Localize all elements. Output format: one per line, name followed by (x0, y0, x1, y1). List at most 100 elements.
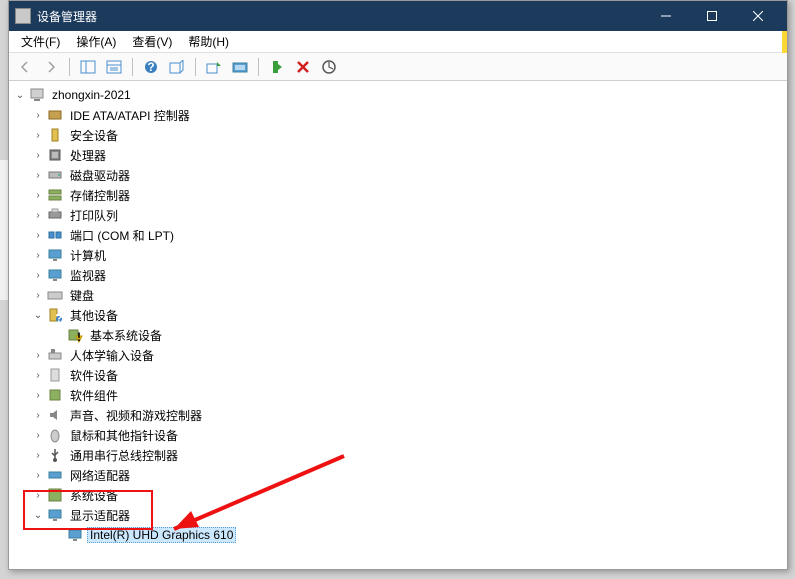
expander-icon[interactable]: ⌄ (31, 308, 45, 322)
maximize-button[interactable] (689, 1, 735, 31)
computer-icon (29, 87, 45, 103)
usb-icon (47, 447, 63, 463)
tree-label: 鼠标和其他指针设备 (67, 427, 181, 444)
tree-label: IDE ATA/ATAPI 控制器 (67, 107, 193, 124)
tree-node-sound[interactable]: › 声音、视频和游戏控制器 (9, 405, 787, 425)
tree-label: 软件设备 (67, 367, 121, 384)
expander-icon[interactable]: › (31, 448, 45, 462)
device-manager-window: 设备管理器 文件(F) 操作(A) 查看(V) 帮助(H) ? ⌄ zhongx… (8, 0, 788, 570)
expander-icon[interactable]: › (31, 488, 45, 502)
expander-icon[interactable]: › (31, 188, 45, 202)
tree-label: 监视器 (67, 267, 109, 284)
tree-node-softdev[interactable]: › 软件设备 (9, 365, 787, 385)
close-button[interactable] (735, 1, 781, 31)
display-adapter-icon (47, 507, 63, 523)
tree-node-mouse[interactable]: › 鼠标和其他指针设备 (9, 425, 787, 445)
toolbar-sep4 (258, 58, 259, 76)
tree-node-ports[interactable]: › 端口 (COM 和 LPT) (9, 225, 787, 245)
expander-icon[interactable]: › (31, 128, 45, 142)
expander-icon[interactable]: › (31, 108, 45, 122)
tree-node-disk[interactable]: › 磁盘驱动器 (9, 165, 787, 185)
menu-help[interactable]: 帮助(H) (180, 31, 237, 52)
expander-icon[interactable]: › (31, 428, 45, 442)
expander-icon[interactable]: › (31, 368, 45, 382)
help-button[interactable]: ? (139, 56, 163, 78)
tree-label: 打印队列 (67, 207, 121, 224)
tree-node-monitor[interactable]: › 监视器 (9, 265, 787, 285)
update-driver-button[interactable] (202, 56, 226, 78)
titlebar: 设备管理器 (9, 1, 787, 31)
tree-label: 人体学输入设备 (67, 347, 157, 364)
bg-strip (0, 160, 8, 300)
action-button[interactable] (165, 56, 189, 78)
expander-icon[interactable]: ⌄ (13, 88, 27, 102)
menu-action[interactable]: 操作(A) (68, 31, 124, 52)
expander-icon[interactable]: › (31, 468, 45, 482)
tree-node-system[interactable]: › 系统设备 (9, 485, 787, 505)
monitor-icon (47, 247, 63, 263)
expander-icon[interactable]: › (31, 228, 45, 242)
tree-node-storage[interactable]: › 存储控制器 (9, 185, 787, 205)
tree-label: 系统设备 (67, 487, 121, 504)
tree-node-other-child[interactable]: ! 基本系统设备 (9, 325, 787, 345)
menubar: 文件(F) 操作(A) 查看(V) 帮助(H) (9, 31, 787, 53)
tree-node-print[interactable]: › 打印队列 (9, 205, 787, 225)
tree-node-security[interactable]: › 安全设备 (9, 125, 787, 145)
sound-icon (47, 407, 63, 423)
toolbar: ? (9, 53, 787, 81)
expander-icon[interactable]: › (31, 388, 45, 402)
expander-icon[interactable]: › (31, 248, 45, 262)
cpu-icon (47, 147, 63, 163)
tree-node-display-child[interactable]: Intel(R) UHD Graphics 610 (9, 525, 787, 545)
monitor-icon (47, 267, 63, 283)
mouse-icon (47, 427, 63, 443)
expander-icon[interactable]: › (31, 348, 45, 362)
app-icon (15, 8, 31, 24)
expander-icon[interactable]: › (31, 288, 45, 302)
enable-device-button[interactable] (265, 56, 289, 78)
toolbar-sep (69, 58, 70, 76)
expander-icon[interactable]: › (31, 148, 45, 162)
minimize-button[interactable] (643, 1, 689, 31)
tree-node-hid[interactable]: › 人体学输入设备 (9, 345, 787, 365)
printer-icon (47, 207, 63, 223)
tree-root[interactable]: ⌄ zhongxin-2021 (9, 85, 787, 105)
tree-label: 声音、视频和游戏控制器 (67, 407, 205, 424)
menu-file[interactable]: 文件(F) (13, 31, 68, 52)
expander-icon[interactable]: › (31, 408, 45, 422)
tree-node-usb[interactable]: › 通用串行总线控制器 (9, 445, 787, 465)
uninstall-device-button[interactable] (291, 56, 315, 78)
svg-text:!: ! (77, 330, 81, 343)
scan-hardware-button[interactable] (228, 56, 252, 78)
tree-node-ide[interactable]: › IDE ATA/ATAPI 控制器 (9, 105, 787, 125)
tree-node-softcomp[interactable]: › 软件组件 (9, 385, 787, 405)
tree-node-other[interactable]: ⌄ ? 其他设备 (9, 305, 787, 325)
port-icon (47, 227, 63, 243)
tree-node-network[interactable]: › 网络适配器 (9, 465, 787, 485)
tree-label: 显示适配器 (67, 507, 133, 524)
tree-label: 端口 (COM 和 LPT) (67, 227, 177, 244)
expander-icon[interactable]: ⌄ (31, 508, 45, 522)
tree-label: 基本系统设备 (87, 327, 165, 344)
tree-label: 存储控制器 (67, 187, 133, 204)
nav-forward-button[interactable] (39, 56, 63, 78)
menu-view[interactable]: 查看(V) (124, 31, 180, 52)
tree-label: 安全设备 (67, 127, 121, 144)
tree-node-computer[interactable]: › 计算机 (9, 245, 787, 265)
tree-label: 键盘 (67, 287, 97, 304)
expander-icon[interactable]: › (31, 208, 45, 222)
device-tree[interactable]: ⌄ zhongxin-2021 › IDE ATA/ATAPI 控制器 › 安全… (9, 81, 787, 569)
storage-icon (47, 187, 63, 203)
yellow-strip (782, 31, 787, 53)
tree-label: 通用串行总线控制器 (67, 447, 181, 464)
nav-back-button[interactable] (13, 56, 37, 78)
tree-node-keyboard[interactable]: › 键盘 (9, 285, 787, 305)
expander-icon[interactable]: › (31, 268, 45, 282)
show-hide-console-tree-button[interactable] (76, 56, 100, 78)
properties-button[interactable] (102, 56, 126, 78)
tree-node-cpu[interactable]: › 处理器 (9, 145, 787, 165)
tree-node-display[interactable]: ⌄ 显示适配器 (9, 505, 787, 525)
expander-icon[interactable]: › (31, 168, 45, 182)
svg-text:?: ? (55, 311, 62, 323)
disable-device-button[interactable] (317, 56, 341, 78)
